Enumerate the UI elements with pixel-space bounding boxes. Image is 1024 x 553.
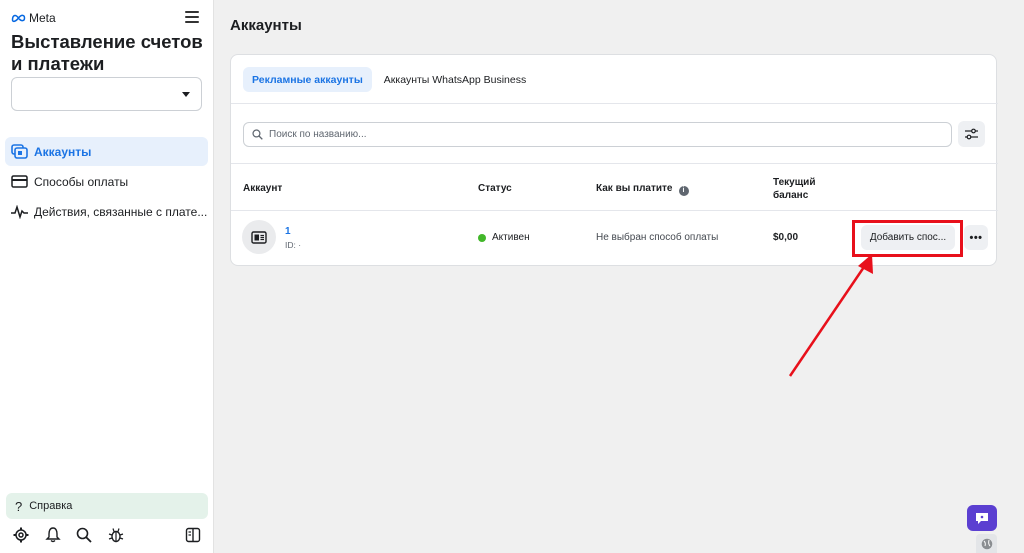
globe-icon <box>981 538 992 549</box>
bug-icon[interactable] <box>108 527 124 543</box>
payment-method-text: Не выбран способ оплаты <box>596 232 719 243</box>
status-dot-icon <box>478 233 486 242</box>
account-id: ID: · <box>285 240 302 250</box>
meta-infinity-icon <box>11 14 26 23</box>
sidebar: Meta Выставление счетов и платежи Аккаун… <box>0 0 214 553</box>
filter-button[interactable] <box>958 121 985 147</box>
sidebar-item-payment-methods[interactable]: Способы оплаты <box>5 167 208 196</box>
search-box[interactable] <box>243 122 952 147</box>
credit-card-icon <box>10 174 28 190</box>
annotation-arrow-icon <box>788 254 873 377</box>
tab-ad-accounts[interactable]: Рекламные аккаунты <box>243 67 372 92</box>
more-options-button[interactable]: ••• <box>964 225 988 250</box>
search-icon[interactable] <box>76 527 92 543</box>
account-selector[interactable] <box>11 77 202 111</box>
language-button[interactable] <box>976 534 997 553</box>
search-input[interactable] <box>269 129 929 140</box>
app-title: Выставление счетов и платежи <box>11 31 203 74</box>
accounts-icon <box>10 144 28 160</box>
info-icon[interactable]: i <box>678 186 689 196</box>
sidebar-nav: Аккаунты Способы оплаты Действия, связан… <box>5 137 208 227</box>
help-button[interactable]: ? Справка <box>6 493 208 519</box>
brand-name: Meta <box>29 11 56 25</box>
panel-toggle-icon[interactable] <box>185 527 201 543</box>
chat-icon <box>976 512 988 524</box>
activity-icon <box>10 204 28 220</box>
help-label: Справка <box>29 500 73 512</box>
caret-down-icon <box>182 92 190 97</box>
account-tabs: Рекламные аккаунты Аккаунты WhatsApp Bus… <box>243 67 535 92</box>
status-badge: Активен <box>478 232 530 243</box>
page-title: Аккаунты <box>230 17 302 34</box>
menu-icon[interactable] <box>185 11 199 24</box>
column-header-method-label: Как вы платите <box>596 183 673 194</box>
sidebar-footer <box>13 527 201 545</box>
sidebar-item-payment-activity[interactable]: Действия, связанные с плате... <box>5 197 208 226</box>
settings-icon[interactable] <box>13 527 29 543</box>
account-name-link[interactable]: 1 <box>285 226 291 237</box>
ad-account-icon <box>251 230 267 244</box>
account-avatar <box>242 220 276 254</box>
ellipsis-icon: ••• <box>969 231 983 244</box>
column-header-balance[interactable]: Текущий баланс <box>773 176 833 202</box>
question-icon: ? <box>15 498 23 514</box>
sidebar-item-accounts[interactable]: Аккаунты <box>5 137 208 166</box>
sidebar-item-label: Аккаунты <box>34 144 92 159</box>
column-header-method[interactable]: Как вы платите i <box>596 183 689 196</box>
divider <box>231 103 998 104</box>
sliders-icon <box>965 128 978 140</box>
sidebar-item-label: Действия, связанные с плате... <box>34 204 208 219</box>
bell-icon[interactable] <box>45 527 61 543</box>
divider <box>231 163 998 164</box>
chat-support-button[interactable] <box>967 505 997 531</box>
meta-logo[interactable]: Meta <box>11 11 56 25</box>
column-header-status[interactable]: Статус <box>478 183 512 194</box>
sidebar-item-label: Способы оплаты <box>34 174 129 189</box>
column-header-account[interactable]: Аккаунт <box>243 183 282 194</box>
search-icon <box>252 129 263 140</box>
status-label: Активен <box>492 232 530 243</box>
current-balance: $0,00 <box>773 232 799 243</box>
tab-whatsapp-accounts[interactable]: Аккаунты WhatsApp Business <box>375 67 535 92</box>
